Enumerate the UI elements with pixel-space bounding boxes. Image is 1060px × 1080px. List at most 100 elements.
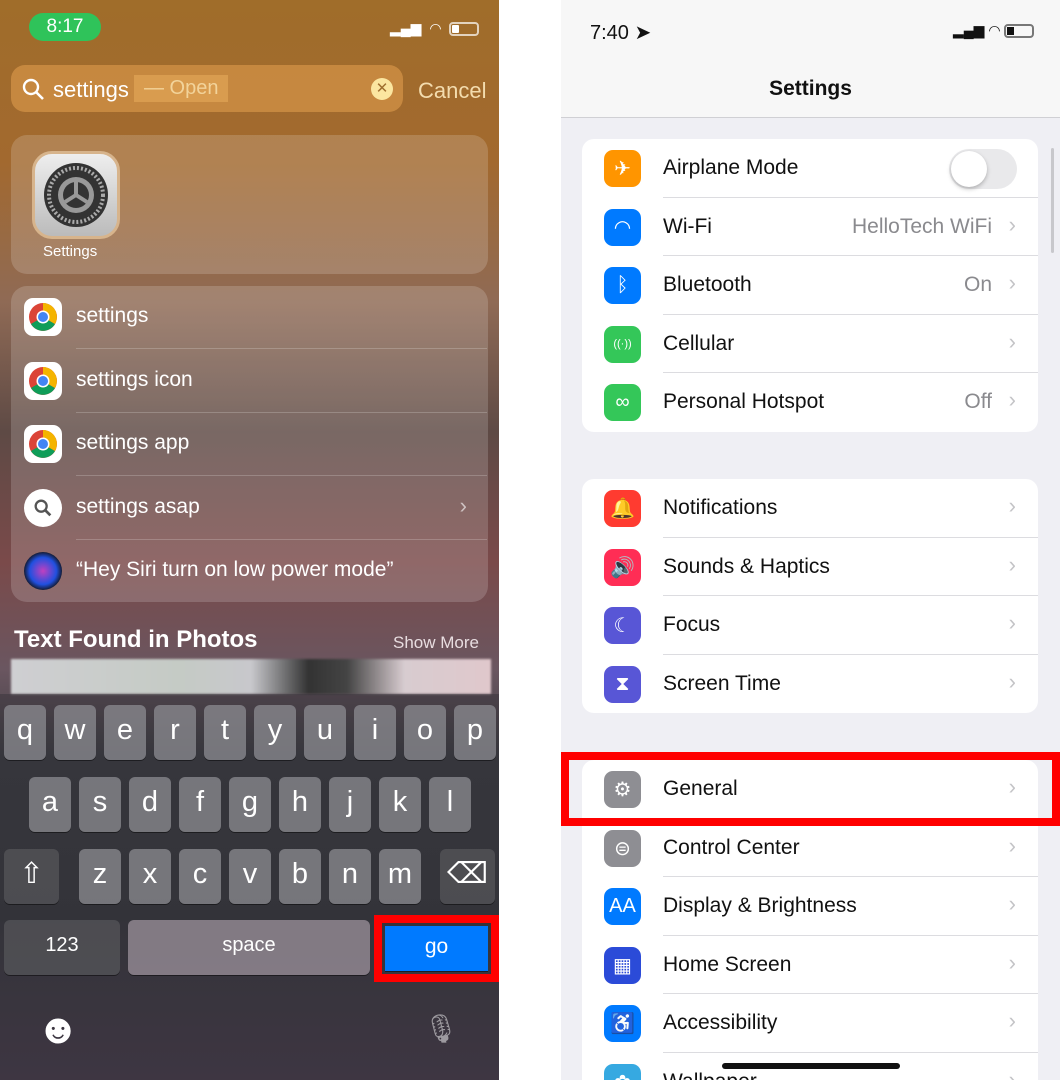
settings-row-airplane-mode[interactable]: ✈ Airplane Mode — [582, 139, 1038, 198]
airplane-mode-toggle[interactable] — [949, 149, 1017, 189]
key-f[interactable]: f — [179, 777, 221, 832]
chevron-right-icon: › — [1008, 328, 1016, 354]
key-v[interactable]: v — [229, 849, 271, 904]
bell-icon: 🔔 — [604, 490, 641, 527]
key-u[interactable]: u — [304, 705, 346, 760]
key-m[interactable]: m — [379, 849, 421, 904]
dictation-key[interactable]: 🎙 — [420, 1004, 462, 1059]
siri-icon — [24, 552, 62, 590]
airplane-icon: ✈ — [604, 150, 641, 187]
key-r[interactable]: r — [154, 705, 196, 760]
key-s[interactable]: s — [79, 777, 121, 832]
key-i[interactable]: i — [354, 705, 396, 760]
highlight-go-key — [374, 915, 499, 982]
top-hit-card: Settings — [11, 135, 488, 274]
key-w[interactable]: w — [54, 705, 96, 760]
shift-key[interactable]: ⇧ — [4, 849, 59, 904]
settings-row-control-center[interactable]: ⊜ Control Center › — [582, 819, 1038, 878]
suggestion-item[interactable]: “Hey Siri turn on low power mode” — [11, 540, 487, 603]
key-a[interactable]: a — [29, 777, 71, 832]
row-label: Accessibility — [663, 1011, 778, 1035]
settings-row-wi-fi[interactable]: ◠ Wi-Fi HelloTech WiFi › — [582, 198, 1038, 257]
search-icon — [22, 78, 44, 100]
search-icon — [24, 488, 62, 527]
hotspot-icon: ∞ — [604, 384, 641, 422]
row-label: Bluetooth — [663, 273, 752, 297]
status-icons: ▂▄▆ ◠ — [390, 20, 480, 37]
battery-icon — [449, 22, 480, 37]
suggestion-item[interactable]: settings icon — [11, 350, 487, 413]
photos-section-title: Text Found in Photos — [14, 626, 258, 653]
key-b[interactable]: b — [279, 849, 321, 904]
row-label: Screen Time — [663, 671, 781, 695]
settings-group-2: 🔔 Notifications › 🔊 Sounds & Haptics › ☾ Focus ›… — [582, 479, 1038, 714]
suggestion-item[interactable]: settings app — [11, 413, 487, 476]
key-o[interactable]: o — [404, 705, 446, 760]
row-label: Cellular — [663, 331, 735, 355]
status-time: 8:17 — [29, 13, 101, 41]
delete-key[interactable]: ⌫ — [440, 849, 495, 904]
wallpaper-icon: ✿ — [604, 1063, 641, 1080]
key-j[interactable]: j — [329, 777, 371, 832]
space-key[interactable]: space — [128, 920, 370, 975]
settings-row-personal-hotspot[interactable]: ∞ Personal Hotspot Off › — [582, 373, 1038, 432]
photo-results-strip[interactable] — [11, 659, 491, 694]
chevron-right-icon: › — [1008, 211, 1016, 237]
settings-row-bluetooth[interactable]: ᛒ Bluetooth On › — [582, 256, 1038, 315]
chevron-right-icon: › — [459, 492, 467, 518]
key-l[interactable]: l — [429, 777, 471, 832]
show-more-link[interactable]: Show More — [393, 633, 479, 653]
chevron-right-icon: › — [1008, 832, 1016, 858]
wifi-icon: ◠ — [604, 208, 641, 246]
numbers-key[interactable]: 123 — [4, 920, 120, 975]
search-field[interactable]: settings — Open ✕ — [11, 65, 403, 112]
settings-row-notifications[interactable]: 🔔 Notifications › — [582, 479, 1038, 538]
suggestion-item[interactable]: settings asap › — [11, 477, 487, 540]
cellular-icon: ((·)) — [604, 325, 641, 363]
key-t[interactable]: t — [204, 705, 246, 760]
bluetooth-icon: ᛒ — [604, 267, 641, 305]
chevron-right-icon: › — [1008, 493, 1016, 518]
nav-header: 7:40 ➤ ▂▄▆ ◠ Settings — [561, 0, 1060, 118]
key-h[interactable]: h — [279, 777, 321, 832]
clear-icon[interactable]: ✕ — [371, 78, 393, 100]
key-p[interactable]: p — [454, 705, 496, 760]
chevron-right-icon: › — [1008, 668, 1016, 694]
hourglass-icon: ⧗ — [604, 665, 641, 703]
key-g[interactable]: g — [229, 777, 271, 832]
suggestion-text: settings icon — [76, 367, 193, 391]
settings-row-accessibility[interactable]: ♿ Accessibility › — [582, 994, 1038, 1053]
key-x[interactable]: x — [129, 849, 171, 904]
page-title: Settings — [769, 77, 852, 100]
emoji-key[interactable]: ☻ — [36, 1004, 80, 1059]
key-k[interactable]: k — [379, 777, 421, 832]
settings-app-icon[interactable] — [32, 151, 120, 239]
switches-icon: ⊜ — [604, 829, 641, 867]
suggestion-item[interactable]: settings — [11, 286, 487, 349]
cancel-button[interactable]: Cancel — [418, 78, 486, 104]
settings-row-screen-time[interactable]: ⧗ Screen Time › — [582, 655, 1038, 714]
settings-row-home-screen[interactable]: ▦ Home Screen › — [582, 936, 1038, 995]
chevron-right-icon: › — [1008, 949, 1016, 975]
scrollbar[interactable] — [1051, 148, 1054, 253]
row-label: Personal Hotspot — [663, 390, 825, 414]
row-label: Sounds & Haptics — [663, 554, 830, 578]
key-c[interactable]: c — [179, 849, 221, 904]
settings-row-sounds-haptics[interactable]: 🔊 Sounds & Haptics › — [582, 538, 1038, 597]
key-q[interactable]: q — [4, 705, 46, 760]
settings-row-cellular[interactable]: ((·)) Cellular › — [582, 315, 1038, 374]
wifi-icon: ◠ — [429, 20, 442, 36]
signal-icon: ▂▄▆ — [390, 20, 422, 36]
key-d[interactable]: d — [129, 777, 171, 832]
settings-row-focus[interactable]: ☾ Focus › — [582, 596, 1038, 655]
key-n[interactable]: n — [329, 849, 371, 904]
key-z[interactable]: z — [79, 849, 121, 904]
gear-icon — [44, 163, 108, 227]
chevron-right-icon: › — [1008, 270, 1016, 296]
chevron-right-icon: › — [1008, 551, 1016, 577]
settings-row-display-brightness[interactable]: AA Display & Brightness › — [582, 877, 1038, 936]
settings-group-1: ✈ Airplane Mode ◠ Wi-Fi HelloTech WiFi › ᛒ Blue… — [582, 139, 1038, 432]
row-label: Airplane Mode — [663, 156, 799, 179]
key-y[interactable]: y — [254, 705, 296, 760]
key-e[interactable]: e — [104, 705, 146, 760]
